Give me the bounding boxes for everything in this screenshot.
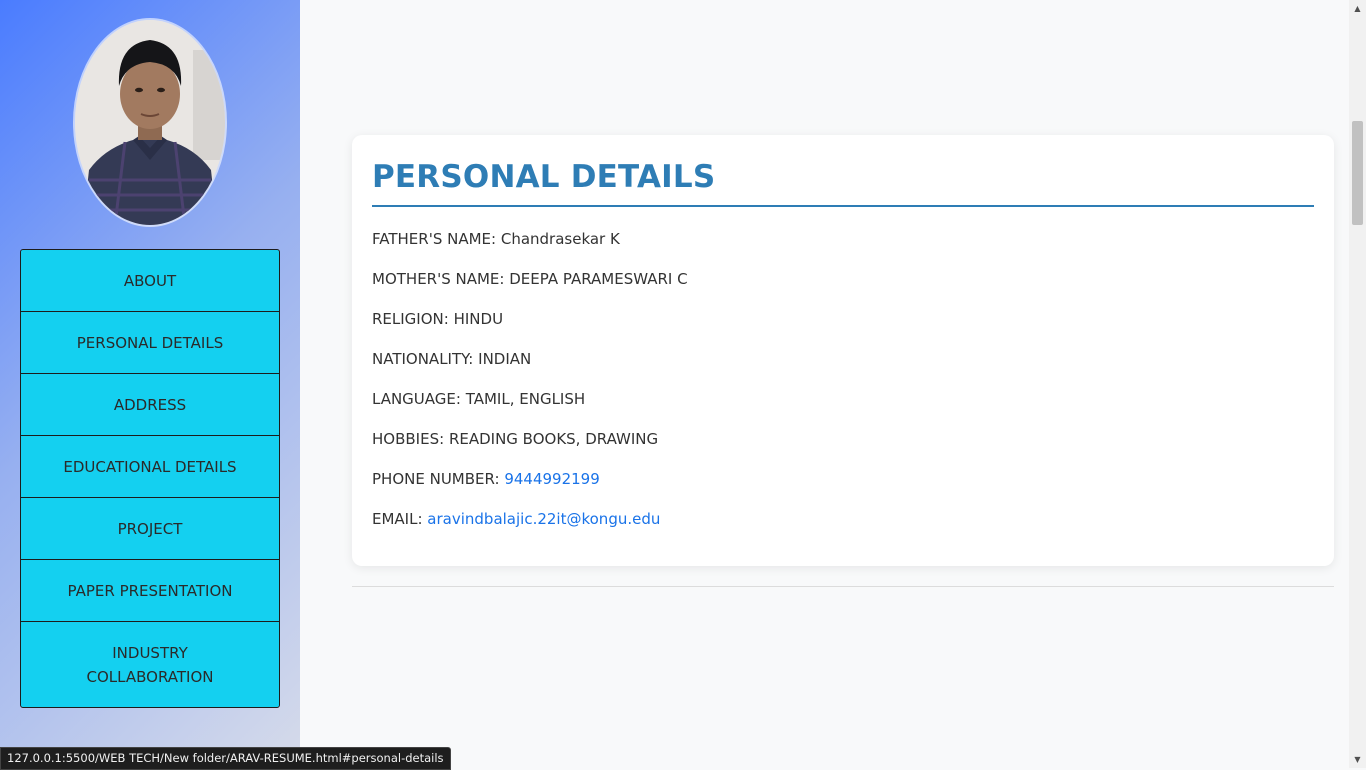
phone-row: PHONE NUMBER: 9444992199: [372, 469, 1314, 509]
page-scrollbar[interactable]: ▲ ▼: [1349, 0, 1366, 768]
nav-industry-collaboration-label: INDUSTRY COLLABORATION: [86, 643, 214, 686]
browser-status-bar: 127.0.0.1:5500/WEB TECH/New folder/ARAV-…: [0, 747, 451, 770]
father-name-value: Chandrasekar K: [500, 230, 620, 248]
scrollbar-thumb[interactable]: [1352, 121, 1363, 225]
status-url: 127.0.0.1:5500/WEB TECH/New folder/ARAV-…: [7, 751, 444, 765]
hobbies-row: HOBBIES: READING BOOKS, DRAWING: [372, 429, 1314, 469]
email-label: EMAIL:: [372, 510, 423, 528]
nav-paper-presentation[interactable]: PAPER PRESENTATION: [20, 559, 280, 622]
details-list: FATHER'S NAME: Chandrasekar K MOTHER'S N…: [372, 229, 1314, 549]
religion-label: RELIGION:: [372, 310, 449, 328]
father-name-label: FATHER'S NAME:: [372, 230, 497, 248]
nav-personal-details[interactable]: PERSONAL DETAILS: [20, 311, 280, 374]
nationality-label: NATIONALITY:: [372, 350, 474, 368]
main-content: PERSONAL DETAILS FATHER'S NAME: Chandras…: [300, 0, 1349, 768]
phone-link[interactable]: 9444992199: [504, 470, 599, 488]
nav-address-label: ADDRESS: [113, 395, 187, 414]
profile-photo: [75, 20, 225, 225]
section-divider: [352, 586, 1334, 587]
language-label: LANGUAGE:: [372, 390, 461, 408]
section-title: PERSONAL DETAILS: [372, 155, 1314, 207]
religion-row: RELIGION: HINDU: [372, 309, 1314, 349]
language-value: TAMIL, ENGLISH: [465, 390, 586, 408]
mother-name-row: MOTHER'S NAME: DEEPA PARAMESWARI C: [372, 269, 1314, 309]
sidebar: ABOUT PERSONAL DETAILS ADDRESS EDUCATION…: [0, 0, 300, 768]
nav-educational-details-label: EDUCATIONAL DETAILS: [63, 457, 237, 476]
sidebar-nav: ABOUT PERSONAL DETAILS ADDRESS EDUCATION…: [20, 249, 280, 708]
nav-about-label: ABOUT: [123, 271, 177, 290]
nav-industry-collaboration[interactable]: INDUSTRY COLLABORATION: [20, 621, 280, 708]
nav-paper-presentation-label: PAPER PRESENTATION: [67, 581, 233, 600]
nav-educational-details[interactable]: EDUCATIONAL DETAILS: [20, 435, 280, 498]
email-link[interactable]: aravindbalajic.22it@kongu.edu: [427, 510, 660, 528]
hobbies-value: READING BOOKS, DRAWING: [448, 430, 659, 448]
nationality-value: INDIAN: [478, 350, 532, 368]
phone-label: PHONE NUMBER:: [372, 470, 500, 488]
scroll-up-arrow-icon[interactable]: ▲: [1349, 0, 1366, 17]
email-row: EMAIL: aravindbalajic.22it@kongu.edu: [372, 509, 1314, 549]
mother-name-value: DEEPA PARAMESWARI C: [509, 270, 688, 288]
mother-name-label: MOTHER'S NAME:: [372, 270, 505, 288]
nav-about[interactable]: ABOUT: [20, 249, 280, 312]
nav-address[interactable]: ADDRESS: [20, 373, 280, 436]
profile-avatar: [75, 20, 225, 225]
nationality-row: NATIONALITY: INDIAN: [372, 349, 1314, 389]
nav-project[interactable]: PROJECT: [20, 497, 280, 560]
nav-personal-details-label: PERSONAL DETAILS: [76, 333, 224, 352]
personal-details-card: PERSONAL DETAILS FATHER'S NAME: Chandras…: [352, 135, 1334, 566]
scroll-down-arrow-icon[interactable]: ▼: [1349, 751, 1366, 768]
language-row: LANGUAGE: TAMIL, ENGLISH: [372, 389, 1314, 429]
religion-value: HINDU: [453, 310, 504, 328]
father-name-row: FATHER'S NAME: Chandrasekar K: [372, 229, 1314, 269]
nav-project-label: PROJECT: [117, 519, 183, 538]
hobbies-label: HOBBIES:: [372, 430, 445, 448]
